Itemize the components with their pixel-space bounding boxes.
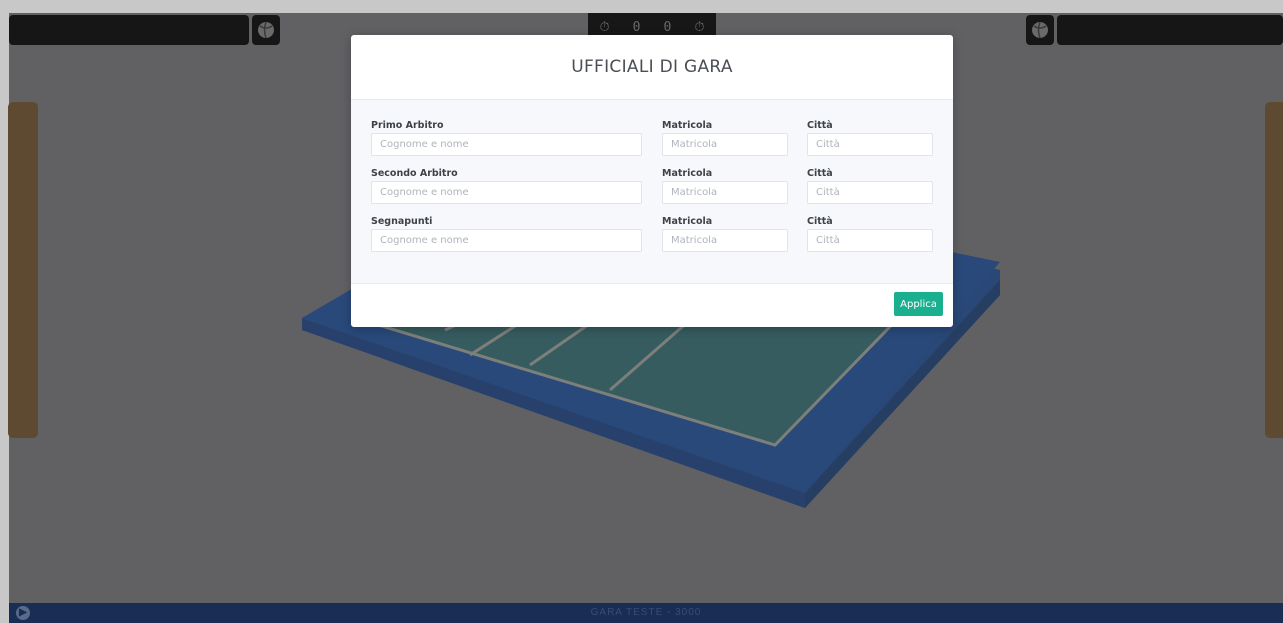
away-team-name-bar[interactable] bbox=[1057, 15, 1283, 45]
second-referee-matricola-label: Matricola bbox=[662, 168, 713, 179]
stopwatch-icon[interactable]: ⏱ bbox=[694, 20, 704, 35]
apply-button[interactable]: Applica bbox=[894, 292, 943, 316]
modal-body: Primo Arbitro Matricola Città Secondo Ar… bbox=[351, 100, 953, 284]
scorer-label: Segnapunti bbox=[371, 216, 433, 227]
home-team-name-bar[interactable] bbox=[9, 15, 249, 45]
modal-footer: Applica bbox=[351, 284, 953, 326]
second-referee-matricola-input[interactable] bbox=[662, 181, 788, 204]
scorer-matricola-label: Matricola bbox=[662, 216, 713, 227]
bottom-bar: ▶ GARA TESTE - 3000 bbox=[9, 603, 1283, 623]
app-background: ⏱ 0 0 ⏱ ▶ GARA TESTE - 3000 UFFICIALI DI… bbox=[0, 0, 1283, 623]
home-team-panel[interactable] bbox=[8, 102, 38, 438]
volleyball-icon bbox=[258, 21, 274, 39]
home-serve-button[interactable] bbox=[252, 15, 280, 45]
timer-right-digit: 0 bbox=[663, 19, 672, 35]
volleyball-icon bbox=[1032, 21, 1048, 39]
scorer-city-label: Città bbox=[807, 216, 833, 227]
second-referee-label: Secondo Arbitro bbox=[371, 168, 458, 179]
scorer-name-input[interactable] bbox=[371, 229, 642, 252]
second-referee-city-input[interactable] bbox=[807, 181, 933, 204]
stopwatch-icon[interactable]: ⏱ bbox=[600, 20, 610, 35]
timer-left-digit: 0 bbox=[632, 19, 641, 35]
away-team-panel[interactable] bbox=[1265, 102, 1283, 438]
first-referee-matricola-label: Matricola bbox=[662, 120, 713, 131]
first-referee-city-input[interactable] bbox=[807, 133, 933, 156]
first-referee-name-input[interactable] bbox=[371, 133, 642, 156]
scorer-matricola-input[interactable] bbox=[662, 229, 788, 252]
away-serve-button[interactable] bbox=[1026, 15, 1054, 45]
officials-modal: UFFICIALI DI GARA Primo Arbitro Matricol… bbox=[351, 35, 953, 327]
scorer-city-input[interactable] bbox=[807, 229, 933, 252]
first-referee-matricola-input[interactable] bbox=[662, 133, 788, 156]
first-referee-city-label: Città bbox=[807, 120, 833, 131]
first-referee-label: Primo Arbitro bbox=[371, 120, 444, 131]
modal-title: UFFICIALI DI GARA bbox=[571, 57, 733, 77]
match-title: GARA TESTE - 3000 bbox=[590, 607, 702, 618]
second-referee-name-input[interactable] bbox=[371, 181, 642, 204]
modal-header: UFFICIALI DI GARA bbox=[351, 35, 953, 100]
second-referee-city-label: Città bbox=[807, 168, 833, 179]
